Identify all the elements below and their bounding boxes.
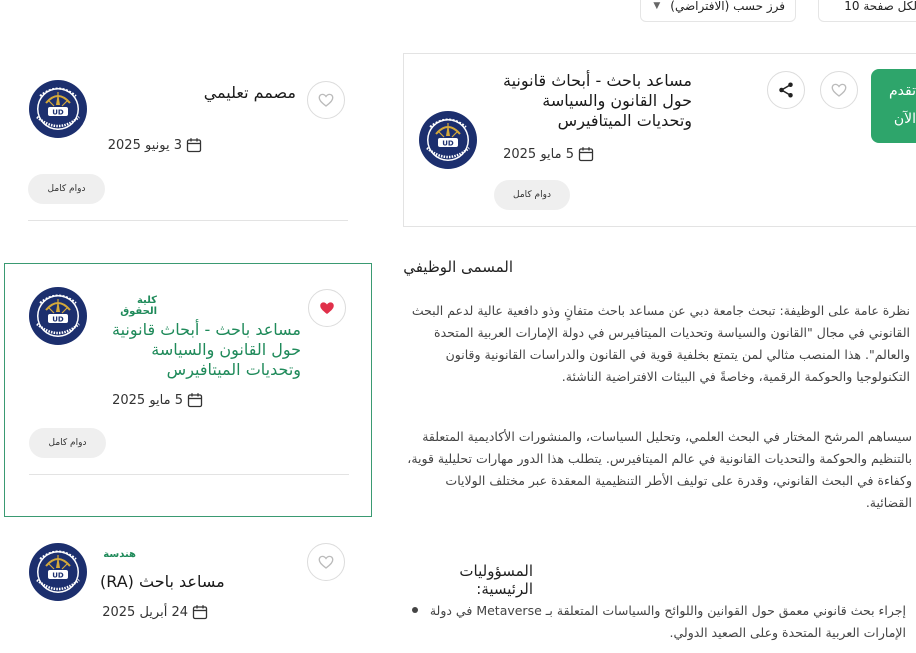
job-date-text: 5 مايو 2025 bbox=[112, 392, 183, 408]
calendar-icon bbox=[192, 604, 208, 620]
job-date: 24 أبريل 2025 bbox=[102, 604, 208, 620]
job-overview: نظرة عامة على الوظيفة: تبحث جامعة دبي عن… bbox=[411, 303, 910, 384]
university-logo bbox=[28, 542, 88, 602]
university-logo bbox=[28, 79, 88, 139]
job-type-badge: دوام كامل bbox=[28, 174, 105, 204]
calendar-icon bbox=[578, 146, 594, 162]
detail-job-title: مساعد باحث - أبحاث قانونية حول القانون و… bbox=[503, 71, 692, 130]
detail-job-date: 5 مايو 2025 bbox=[494, 146, 594, 162]
job-title[interactable]: مساعد باحث (RA) bbox=[100, 572, 300, 592]
job-card[interactable]: مصمم تعليمي 3 يونيو 2025 دوام كامل bbox=[4, 55, 372, 255]
per-page-select-label: لكل صفحة 10 bbox=[844, 0, 916, 13]
detail-job-type-badge: دوام كامل bbox=[494, 180, 570, 210]
job-card[interactable]: هندسة مساعد باحث (RA) 24 أبريل 2025 bbox=[4, 525, 372, 653]
share-button[interactable] bbox=[767, 71, 805, 109]
bullet bbox=[412, 607, 418, 613]
job-card-selected[interactable]: كلية الحقوق مساعد باحث - أبحاث قانونية ح… bbox=[4, 263, 372, 517]
sort-select-label: فرز حسب (الافتراضي) bbox=[670, 0, 785, 13]
chevron-down-icon: ▼ bbox=[653, 1, 661, 11]
job-title[interactable]: مصمم تعليمي bbox=[100, 83, 296, 103]
calendar-icon bbox=[187, 392, 203, 408]
job-date-text: 24 أبريل 2025 bbox=[102, 604, 188, 620]
section-responsibilities: المسؤوليات الرئيسية: bbox=[459, 562, 533, 598]
job-category: هندسة bbox=[103, 549, 136, 560]
university-logo bbox=[28, 286, 88, 346]
favorite-button[interactable] bbox=[307, 543, 345, 581]
heart-icon bbox=[317, 553, 335, 571]
job-date: 3 يونيو 2025 bbox=[102, 137, 202, 153]
divider bbox=[29, 474, 349, 475]
university-logo bbox=[418, 110, 478, 170]
section-job-title: المسمى الوظيفي bbox=[403, 258, 513, 276]
per-page-select[interactable]: لكل صفحة 10 bbox=[818, 0, 916, 22]
job-type-badge: دوام كامل bbox=[29, 428, 106, 458]
heart-icon bbox=[317, 91, 335, 109]
job-contribution: سيساهم المرشح المختار في البحث العلمي، و… bbox=[407, 429, 912, 510]
responsibility-item: إجراء بحث قانوني معمق حول القوانين واللو… bbox=[429, 603, 906, 640]
favorite-button[interactable] bbox=[308, 289, 346, 327]
divider bbox=[28, 220, 348, 221]
apply-now-button[interactable]: تقدم الآن bbox=[871, 69, 916, 143]
job-detail-header: مساعد باحث - أبحاث قانونية حول القانون و… bbox=[403, 53, 916, 227]
job-category: كلية الحقوق bbox=[120, 295, 157, 317]
favorite-button[interactable] bbox=[307, 81, 345, 119]
calendar-icon bbox=[186, 137, 202, 153]
favorite-button[interactable] bbox=[820, 71, 858, 109]
share-icon bbox=[779, 82, 793, 98]
job-date-text: 3 يونيو 2025 bbox=[107, 137, 182, 153]
job-title[interactable]: مساعد باحث - أبحاث قانونية حول القانون و… bbox=[101, 320, 301, 380]
detail-job-date-text: 5 مايو 2025 bbox=[503, 146, 574, 162]
sort-select[interactable]: فرز حسب (الافتراضي) ▼ bbox=[640, 0, 796, 22]
heart-icon bbox=[830, 81, 848, 99]
job-date: 5 مايو 2025 bbox=[103, 392, 203, 408]
heart-filled-icon bbox=[318, 299, 336, 317]
